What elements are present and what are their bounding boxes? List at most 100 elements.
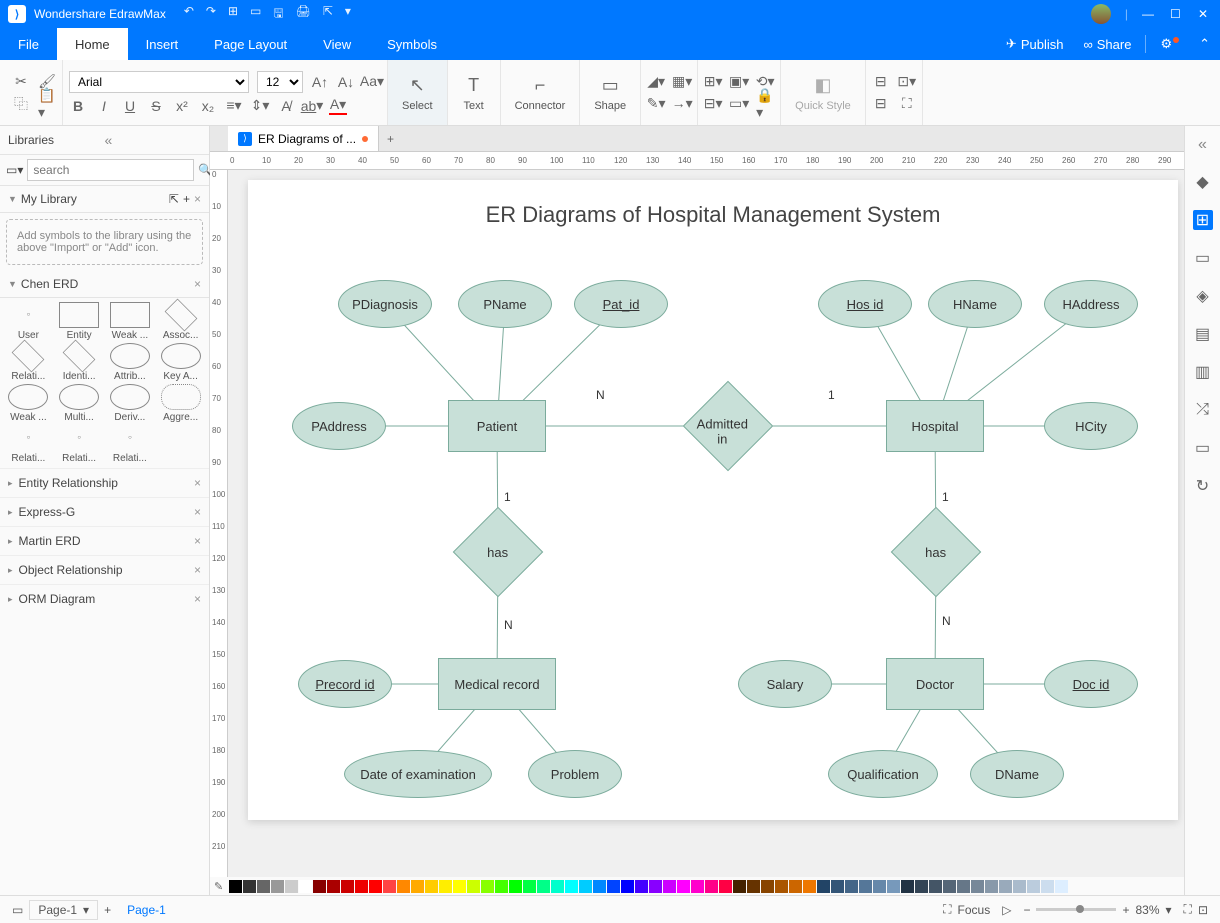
- tab-view[interactable]: View: [305, 28, 369, 60]
- color-swatch[interactable]: [761, 880, 774, 893]
- change-case-icon[interactable]: Aa▾: [363, 73, 381, 91]
- attribute[interactable]: Pat_id: [574, 280, 668, 328]
- attribute[interactable]: PAddress: [292, 402, 386, 450]
- font-select[interactable]: Arial: [69, 71, 249, 93]
- color-swatch[interactable]: [439, 880, 452, 893]
- close-mylib-icon[interactable]: ×: [194, 192, 201, 206]
- color-swatch[interactable]: [537, 880, 550, 893]
- shape-item[interactable]: Multi...: [55, 384, 104, 423]
- color-swatch[interactable]: [999, 880, 1012, 893]
- undo-icon[interactable]: ↶: [184, 4, 194, 25]
- color-swatch[interactable]: [397, 880, 410, 893]
- text-tool[interactable]: TText: [454, 70, 494, 116]
- import-icon[interactable]: ⇱: [169, 192, 179, 206]
- shape-tool[interactable]: ▭Shape: [586, 70, 634, 116]
- shadow-icon[interactable]: ▦▾: [673, 73, 691, 91]
- color-swatch[interactable]: [677, 880, 690, 893]
- user-avatar[interactable]: [1091, 4, 1111, 24]
- library-menu-icon[interactable]: ▭▾: [6, 163, 23, 177]
- color-swatch[interactable]: [355, 880, 368, 893]
- fit-page-icon[interactable]: ⛶: [1184, 902, 1192, 917]
- category-item[interactable]: ▸ORM Diagram×: [0, 584, 209, 613]
- chen-erd-label[interactable]: Chen ERD: [21, 277, 190, 291]
- relationship-has1[interactable]: has: [453, 507, 544, 598]
- attribute[interactable]: Qualification: [828, 750, 938, 798]
- save-icon[interactable]: 🖫: [273, 4, 283, 25]
- shape-item[interactable]: Identi...: [55, 343, 104, 382]
- pen-icon[interactable]: ✎: [214, 880, 228, 893]
- shape-item[interactable]: ○User: [4, 302, 53, 341]
- new-icon[interactable]: ⊞: [228, 4, 238, 25]
- expand-right-icon[interactable]: «: [1198, 136, 1207, 154]
- color-swatch[interactable]: [1027, 880, 1040, 893]
- color-swatch[interactable]: [565, 880, 578, 893]
- attribute[interactable]: PName: [458, 280, 552, 328]
- color-swatch[interactable]: [383, 880, 396, 893]
- align-icon[interactable]: ⊞▾: [704, 73, 722, 91]
- color-swatch[interactable]: [285, 880, 298, 893]
- color-swatch[interactable]: [621, 880, 634, 893]
- color-swatch[interactable]: [929, 880, 942, 893]
- color-swatch[interactable]: [873, 880, 886, 893]
- outline-icon[interactable]: ▭: [12, 903, 23, 917]
- search-input[interactable]: [27, 159, 194, 181]
- entity-medrec[interactable]: Medical record: [438, 658, 556, 710]
- maximize-button[interactable]: ☐: [1170, 7, 1184, 21]
- connector-tool[interactable]: ⌐Connector: [507, 70, 574, 116]
- shape-item[interactable]: Weak ...: [106, 302, 155, 341]
- subscript-icon[interactable]: x₂: [199, 97, 217, 115]
- publish-button[interactable]: ✈Publish: [996, 36, 1074, 52]
- relationship-admitted[interactable]: Admitted in: [683, 381, 774, 472]
- tab-page-layout[interactable]: Page Layout: [196, 28, 305, 60]
- color-swatch[interactable]: [733, 880, 746, 893]
- color-swatch[interactable]: [425, 880, 438, 893]
- color-swatch[interactable]: [719, 880, 732, 893]
- size-select[interactable]: 12: [257, 71, 303, 93]
- minimize-button[interactable]: —: [1142, 7, 1156, 21]
- fullscreen-icon[interactable]: ⊡: [1198, 903, 1208, 917]
- tab-symbols[interactable]: Symbols: [369, 28, 455, 60]
- attribute[interactable]: Date of examination: [344, 750, 492, 798]
- color-swatch[interactable]: [1041, 880, 1054, 893]
- category-item[interactable]: ▸Martin ERD×: [0, 526, 209, 555]
- color-swatch[interactable]: [915, 880, 928, 893]
- export-icon[interactable]: ⇱: [323, 4, 333, 25]
- color-swatch[interactable]: [775, 880, 788, 893]
- color-swatch[interactable]: [789, 880, 802, 893]
- color-swatch[interactable]: [1013, 880, 1026, 893]
- zoom-out-button[interactable]: −: [1023, 903, 1030, 917]
- quick-style[interactable]: ◧Quick Style: [787, 70, 859, 116]
- shape-item[interactable]: Entity: [55, 302, 104, 341]
- color-swatch[interactable]: [985, 880, 998, 893]
- shape-item[interactable]: Assoc...: [156, 302, 205, 341]
- color-swatch[interactable]: [607, 880, 620, 893]
- color-swatch[interactable]: [943, 880, 956, 893]
- add-icon[interactable]: +: [183, 192, 190, 206]
- same-height-icon[interactable]: ⊟: [872, 95, 890, 113]
- same-width-icon[interactable]: ⊟: [872, 73, 890, 91]
- color-swatch[interactable]: [271, 880, 284, 893]
- fit-icon[interactable]: ⛶: [898, 95, 916, 113]
- category-item[interactable]: ▸Express-G×: [0, 497, 209, 526]
- color-swatch[interactable]: [229, 880, 242, 893]
- color-swatch[interactable]: [299, 880, 312, 893]
- color-swatch[interactable]: [481, 880, 494, 893]
- canvas[interactable]: ER Diagrams of Hospital Management Syste…: [228, 170, 1184, 877]
- color-swatch[interactable]: [579, 880, 592, 893]
- color-swatch[interactable]: [467, 880, 480, 893]
- clear-format-icon[interactable]: A̸: [277, 97, 295, 115]
- crop-icon[interactable]: ⊡▾: [898, 73, 916, 91]
- color-swatch[interactable]: [845, 880, 858, 893]
- shape-item[interactable]: ○Relati...: [106, 425, 155, 464]
- color-swatch[interactable]: [649, 880, 662, 893]
- italic-icon[interactable]: I: [95, 97, 113, 115]
- collapse-sidebar-icon[interactable]: «: [105, 132, 202, 148]
- attribute[interactable]: PDiagnosis: [338, 280, 432, 328]
- cut-icon[interactable]: ✂: [12, 73, 30, 91]
- line-icon[interactable]: ✎▾: [647, 95, 665, 113]
- fill-icon[interactable]: ◢▾: [647, 73, 665, 91]
- more-icon[interactable]: ▾: [345, 4, 351, 25]
- add-page-button[interactable]: +: [104, 903, 111, 917]
- color-swatch[interactable]: [635, 880, 648, 893]
- share-button[interactable]: ∞Share: [1073, 37, 1141, 52]
